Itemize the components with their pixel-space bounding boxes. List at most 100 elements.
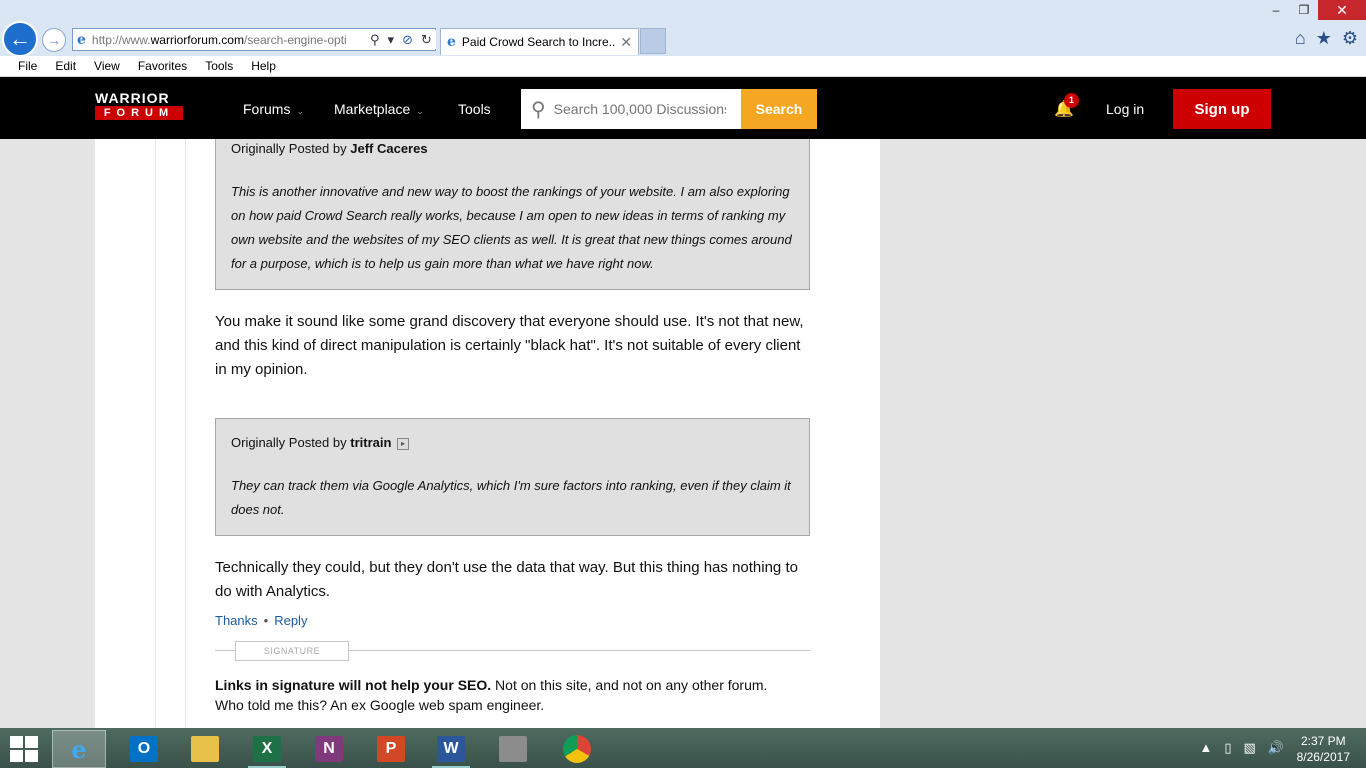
- clock-time: 2:37 PM: [1300, 734, 1346, 748]
- ie-page-icon: e: [77, 31, 86, 48]
- search-icon: ⚲: [531, 98, 546, 121]
- nav-forums[interactable]: Forums ⌄: [243, 101, 304, 117]
- clock-date: 8/26/2017: [1296, 750, 1350, 764]
- outlook-icon: O: [130, 736, 158, 762]
- signature-rest: Not on this site, and not on any other f…: [491, 677, 768, 693]
- restore-button[interactable]: ❐: [1290, 0, 1318, 20]
- menu-edit[interactable]: Edit: [55, 59, 76, 73]
- back-button[interactable]: ←: [2, 21, 38, 57]
- menu-bar: File Edit View Favorites Tools Help: [0, 56, 1366, 77]
- taskbar-clock[interactable]: 2:37 PM 8/26/2017: [1297, 733, 1350, 765]
- quote-text: They can track them via Google Analytics…: [231, 478, 791, 517]
- minimize-button[interactable]: –: [1262, 0, 1290, 20]
- reply-link[interactable]: Reply: [274, 613, 307, 628]
- url-domain: warriorforum.com: [150, 32, 244, 47]
- quote-author[interactable]: tritrain: [350, 435, 391, 450]
- thanks-link[interactable]: Thanks: [215, 613, 258, 628]
- taskbar-ie[interactable]: e: [52, 730, 106, 768]
- signup-button[interactable]: Sign up: [1173, 89, 1271, 129]
- taskbar: e O X N P W ▲ ▯ ▧ 🔊 2:37 PM 8/26/2017: [0, 728, 1366, 768]
- close-tab-icon[interactable]: ✕: [620, 34, 632, 51]
- taskbar-onenote[interactable]: N: [302, 730, 356, 768]
- signature-label: SIGNATURE: [235, 641, 349, 661]
- quote-block: Originally Posted by Jeff Caceres This i…: [215, 139, 810, 290]
- window-controls: – ❐ ✕: [1262, 0, 1366, 20]
- quote-header: Originally Posted by tritrain ▸: [231, 435, 794, 450]
- nav-marketplace-label: Marketplace: [334, 101, 411, 117]
- browser-top-bar: – ❐ ✕ ← → e http://www. warriorforum.com /…: [0, 0, 1366, 57]
- view-post-icon[interactable]: ▸: [397, 437, 410, 450]
- folder-icon: [191, 736, 219, 762]
- nav-marketplace[interactable]: Marketplace ⌄: [334, 101, 424, 117]
- menu-tools[interactable]: Tools: [205, 59, 233, 73]
- logo-line2: FORUM: [95, 106, 183, 120]
- signature-bold: Links in signature will not help your SE…: [215, 677, 492, 693]
- post-content: Originally Posted by Jeff Caceres This i…: [95, 139, 880, 728]
- search-button[interactable]: Search: [741, 89, 817, 129]
- ie-tab-icon: e: [447, 34, 456, 50]
- search-icon[interactable]: ⚲: [370, 32, 380, 48]
- site-header: WARRIOR FORUM Forums ⌄ Marketplace ⌄ Tools…: [0, 77, 1366, 139]
- url-prefix: http://www.: [91, 32, 151, 47]
- new-tab-button[interactable]: [640, 28, 666, 54]
- logo-line1: WARRIOR: [95, 90, 170, 106]
- warrior-forum-logo[interactable]: WARRIOR FORUM: [95, 91, 185, 121]
- search-input[interactable]: [553, 101, 726, 117]
- reply-text: Technically they could, but they don't u…: [215, 559, 798, 600]
- quote-text: This is another innovative and new way t…: [231, 184, 792, 271]
- close-window-button[interactable]: ✕: [1318, 0, 1366, 20]
- ie-icon: e: [71, 734, 87, 764]
- menu-favorites[interactable]: Favorites: [138, 59, 187, 73]
- thread-indent-line: [185, 139, 186, 728]
- windows-start-icon[interactable]: [10, 736, 38, 762]
- thread-indent-line: [155, 139, 156, 728]
- browser-right-icons: ⌂ ★ ⚙: [1295, 28, 1358, 49]
- taskbar-app[interactable]: [486, 730, 540, 768]
- onenote-icon: N: [315, 736, 343, 762]
- nav-tools-label: Tools: [458, 101, 491, 117]
- login-link[interactable]: Log in: [1106, 101, 1144, 117]
- system-tray: ▲ ▯ ▧ 🔊: [1199, 740, 1284, 756]
- favorites-star-icon[interactable]: ★: [1316, 28, 1332, 49]
- forward-button[interactable]: →: [42, 28, 66, 52]
- taskbar-powerpoint[interactable]: P: [364, 730, 418, 768]
- volume-icon[interactable]: 🔊: [1268, 740, 1284, 756]
- taskbar-word[interactable]: W: [424, 730, 478, 768]
- chrome-icon: [563, 735, 591, 763]
- home-icon[interactable]: ⌂: [1295, 28, 1306, 49]
- reply-text: You make it sound like some grand discov…: [215, 313, 804, 378]
- refresh-icon[interactable]: ↻: [421, 32, 432, 48]
- chevron-down-icon: ⌄: [296, 106, 304, 116]
- menu-view[interactable]: View: [94, 59, 120, 73]
- quote-author[interactable]: Jeff Caceres: [350, 141, 427, 156]
- dropdown-icon[interactable]: ▾: [388, 32, 395, 48]
- stop-icon[interactable]: ⊘: [402, 32, 413, 48]
- excel-icon: X: [253, 736, 281, 762]
- tray-expand-icon[interactable]: ▲: [1199, 740, 1212, 756]
- taskbar-file-explorer[interactable]: [178, 730, 232, 768]
- device-icon[interactable]: ▯: [1224, 740, 1231, 756]
- quote-block: Originally Posted by tritrain ▸ They can…: [215, 418, 810, 536]
- tab-title: Paid Crowd Search to Incre...: [461, 35, 617, 49]
- word-icon: W: [437, 736, 465, 762]
- menu-help[interactable]: Help: [251, 59, 276, 73]
- menu-file[interactable]: File: [18, 59, 37, 73]
- post-actions: Thanks • Reply: [215, 613, 307, 628]
- action-separator: •: [263, 613, 269, 628]
- taskbar-chrome[interactable]: [550, 730, 604, 768]
- nav-forums-label: Forums: [243, 101, 291, 117]
- nav-tools[interactable]: Tools: [458, 101, 491, 117]
- signature-text: Links in signature will not help your SE…: [215, 675, 810, 715]
- network-icon[interactable]: ▧: [1244, 740, 1256, 756]
- powerpoint-icon: P: [377, 736, 405, 762]
- chevron-down-icon: ⌄: [416, 106, 424, 116]
- search-box: ⚲: [521, 89, 741, 129]
- taskbar-outlook[interactable]: O: [117, 730, 171, 768]
- url-path: /search-engine-opti: [243, 32, 347, 47]
- quote-prefix: Originally Posted by: [231, 435, 347, 450]
- taskbar-excel[interactable]: X: [240, 730, 294, 768]
- quote-header: Originally Posted by Jeff Caceres: [231, 141, 794, 156]
- browser-tab[interactable]: e Paid Crowd Search to Incre... ✕: [440, 28, 639, 55]
- quote-prefix: Originally Posted by: [231, 141, 347, 156]
- gear-icon[interactable]: ⚙: [1342, 28, 1358, 49]
